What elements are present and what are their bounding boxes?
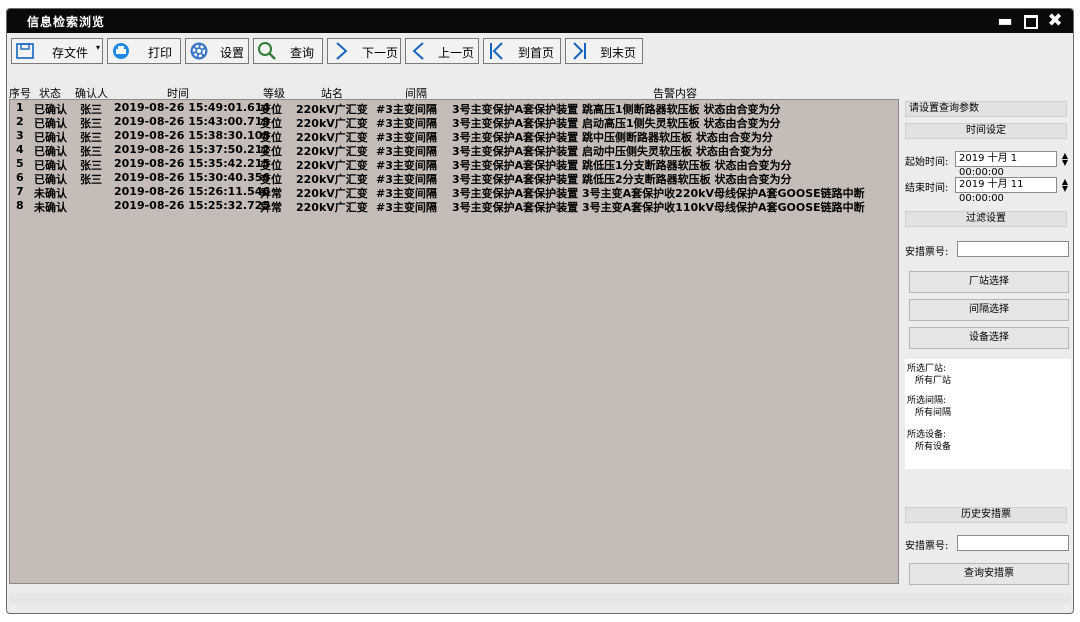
status-bar bbox=[9, 593, 1071, 605]
ticket-no-label: 安措票号: bbox=[905, 247, 949, 258]
start-time-label: 起始时间: bbox=[905, 157, 949, 168]
cell-time: 2019-08-26 15:26:11.546 bbox=[114, 185, 271, 198]
cell-no: 3 bbox=[16, 129, 24, 142]
cell-no: 6 bbox=[16, 171, 24, 184]
table-header: 序号 状态 确认人 时间 等级 站名 间隔 告警内容 bbox=[9, 85, 901, 100]
dropdown-arrow-icon[interactable]: ▾ bbox=[96, 43, 100, 52]
title-bar: 信息检索浏览 ▬ ✖ bbox=[7, 9, 1073, 33]
cell-no: 8 bbox=[16, 199, 24, 212]
device-select-button[interactable]: 设备选择 bbox=[909, 327, 1069, 349]
chevron-right-icon bbox=[336, 42, 348, 60]
save-file-button[interactable]: 存文件 ▾ bbox=[11, 38, 103, 64]
selected-device-value: 所有设备 bbox=[915, 442, 952, 452]
table-row[interactable]: 1 已确认 张三 2019-08-26 15:49:01.614 变位 220k… bbox=[10, 101, 898, 116]
end-time-spinner-icon[interactable]: ▲ ▼ bbox=[1061, 178, 1069, 193]
cell-time: 2019-08-26 15:37:50.212 bbox=[114, 143, 271, 156]
cell-no: 2 bbox=[16, 115, 24, 128]
end-time-label: 结束时间: bbox=[905, 183, 949, 194]
bay-select-button[interactable]: 间隔选择 bbox=[909, 299, 1069, 321]
ticket-no-input[interactable] bbox=[957, 241, 1069, 257]
time-section-title: 时间设定 bbox=[905, 123, 1067, 139]
query-panel: 请设置查询参数 时间设定 起始时间: 2019 十月 1 00:00:00 ▲ ▼… bbox=[905, 97, 1073, 587]
save-icon bbox=[16, 43, 34, 59]
selection-summary: 所选厂站: 所有厂站 所选间隔: 所有间隔 所选设备: 所有设备 bbox=[905, 359, 1071, 469]
cell-time: 2019-08-26 15:30:40.356 bbox=[114, 171, 271, 184]
table-row[interactable]: 5 已确认 张三 2019-08-26 15:35:42.215 变位 220k… bbox=[10, 157, 898, 172]
history-section-title: 历史安措票 bbox=[905, 507, 1067, 523]
last-page-label: 到末页 bbox=[600, 46, 637, 60]
table-row[interactable]: 4 已确认 张三 2019-08-26 15:37:50.212 变位 220k… bbox=[10, 143, 898, 158]
next-page-button[interactable]: 下一页 bbox=[327, 38, 401, 64]
minimize-icon[interactable]: ▬ bbox=[993, 11, 1017, 31]
first-page-icon bbox=[490, 42, 503, 60]
print-button[interactable]: 打印 bbox=[107, 38, 181, 64]
cell-no: 1 bbox=[16, 101, 24, 114]
start-time-spinner-icon[interactable]: ▲ ▼ bbox=[1061, 152, 1069, 167]
cell-no: 7 bbox=[16, 185, 24, 198]
query-ticket-button[interactable]: 查询安措票 bbox=[909, 563, 1069, 585]
toolbar: 存文件 ▾ 打印 设置 查询 下一页 上一页 到首页 到末页 bbox=[7, 34, 1073, 68]
print-label: 打印 bbox=[148, 46, 173, 60]
main-window: 信息检索浏览 ▬ ✖ 存文件 ▾ 打印 设置 查询 下一页 上一页 到首页 到末… bbox=[6, 8, 1074, 614]
last-page-button[interactable]: 到末页 bbox=[565, 38, 643, 64]
next-page-label: 下一页 bbox=[362, 46, 399, 60]
cell-time: 2019-08-26 15:35:42.215 bbox=[114, 157, 271, 170]
cell-bay: #3主变间隔 bbox=[376, 201, 437, 214]
cell-status: 未确认 bbox=[34, 201, 67, 214]
cell-no: 5 bbox=[16, 157, 24, 170]
history-ticket-input[interactable] bbox=[957, 535, 1069, 551]
table-row[interactable]: 3 已确认 张三 2019-08-26 15:38:30.108 变位 220k… bbox=[10, 129, 898, 144]
end-time-input[interactable]: 2019 十月 11 00:00:00 bbox=[955, 177, 1057, 204]
first-page-label: 到首页 bbox=[518, 46, 555, 60]
table-row[interactable]: 6 已确认 张三 2019-08-26 15:30:40.356 变位 220k… bbox=[10, 171, 898, 186]
query-label: 查询 bbox=[290, 46, 315, 60]
panel-header: 请设置查询参数 bbox=[905, 101, 1067, 117]
table-row[interactable]: 8 未确认 2019-08-26 15:25:32.725 异常 220kV广汇… bbox=[10, 199, 898, 214]
first-page-button[interactable]: 到首页 bbox=[483, 38, 561, 64]
window-title: 信息检索浏览 bbox=[27, 15, 106, 29]
cell-station: 220kV广汇变 bbox=[296, 201, 368, 214]
table-row[interactable]: 7 未确认 2019-08-26 15:26:11.546 异常 220kV广汇… bbox=[10, 185, 898, 200]
cell-content: 3号主变保护A套保护装置 3号主变A套保护收110kV母线保护A套GOOSE链路… bbox=[452, 201, 865, 214]
query-button[interactable]: 查询 bbox=[253, 38, 323, 64]
close-icon[interactable]: ✖ bbox=[1043, 11, 1067, 31]
table-body: 1 已确认 张三 2019-08-26 15:49:01.614 变位 220k… bbox=[9, 99, 899, 584]
station-select-button[interactable]: 厂站选择 bbox=[909, 271, 1069, 293]
cell-time: 2019-08-26 15:43:00.719 bbox=[114, 115, 271, 128]
settings-button[interactable]: 设置 bbox=[185, 38, 249, 64]
settings-label: 设置 bbox=[220, 46, 245, 60]
alarm-table: 序号 状态 确认人 时间 等级 站名 间隔 告警内容 1 已确认 张三 2019… bbox=[9, 85, 901, 585]
history-ticket-label: 安措票号: bbox=[905, 541, 949, 552]
table-row[interactable]: 2 已确认 张三 2019-08-26 15:43:00.719 变位 220k… bbox=[10, 115, 898, 130]
cell-time: 2019-08-26 15:25:32.725 bbox=[114, 199, 271, 212]
filter-section-title: 过滤设置 bbox=[905, 211, 1067, 227]
cell-time: 2019-08-26 15:49:01.614 bbox=[114, 101, 271, 114]
cell-level: 异常 bbox=[260, 201, 282, 214]
gear-icon bbox=[190, 42, 208, 60]
prev-page-label: 上一页 bbox=[438, 46, 475, 60]
prev-page-button[interactable]: 上一页 bbox=[405, 38, 479, 64]
maximize-icon[interactable] bbox=[1019, 11, 1043, 31]
cell-time: 2019-08-26 15:38:30.108 bbox=[114, 129, 271, 142]
selected-bay-value: 所有间隔 bbox=[915, 408, 952, 418]
cell-no: 4 bbox=[16, 143, 24, 156]
save-file-label: 存文件 bbox=[52, 46, 89, 60]
print-icon bbox=[113, 43, 129, 59]
selected-station-value: 所有厂站 bbox=[915, 376, 952, 386]
last-page-icon bbox=[573, 42, 586, 60]
search-icon bbox=[258, 42, 276, 60]
start-time-input[interactable]: 2019 十月 1 00:00:00 bbox=[955, 151, 1057, 178]
chevron-left-icon bbox=[412, 42, 424, 60]
